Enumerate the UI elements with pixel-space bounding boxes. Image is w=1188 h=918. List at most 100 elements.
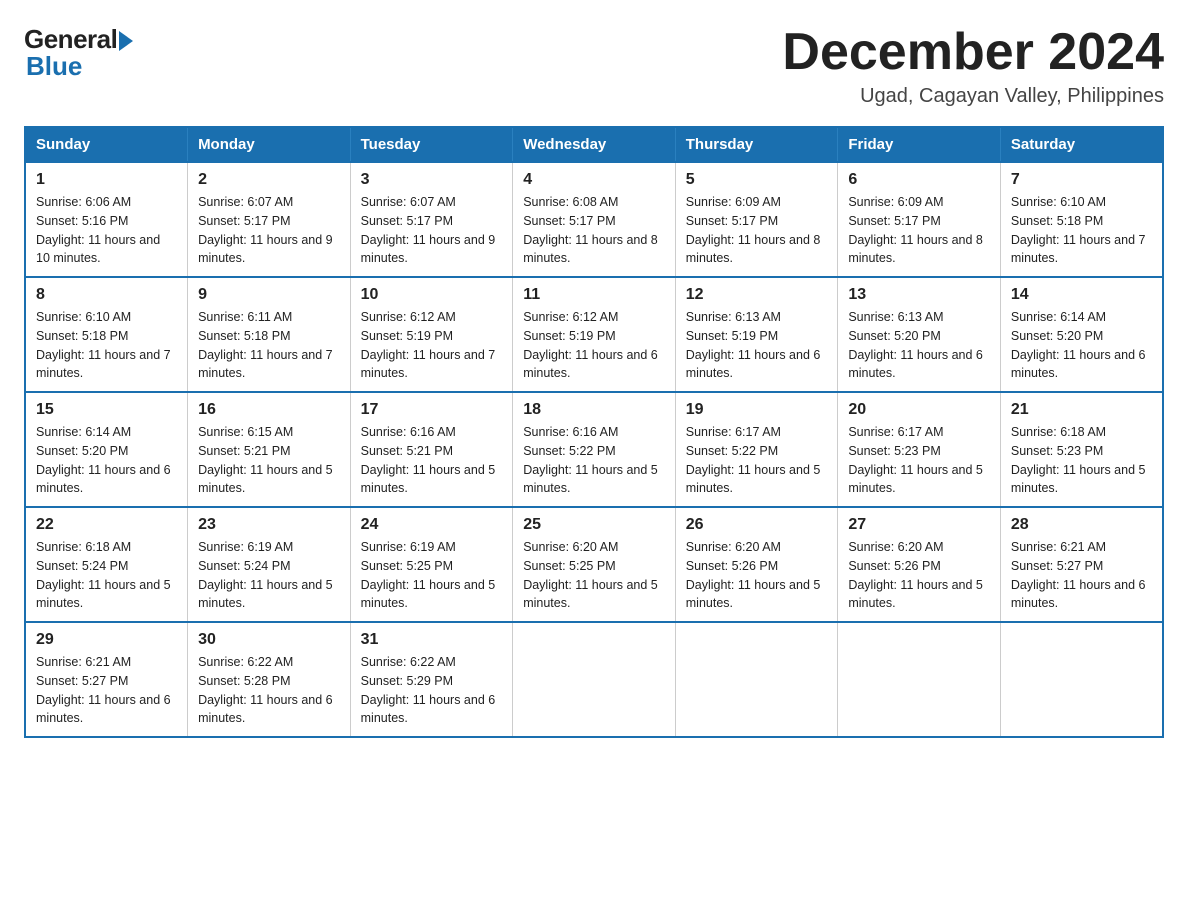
day-number: 27 bbox=[848, 516, 990, 534]
day-number: 13 bbox=[848, 286, 990, 304]
calendar-cell: 14 Sunrise: 6:14 AMSunset: 5:20 PMDaylig… bbox=[1000, 277, 1163, 392]
day-info: Sunrise: 6:10 AMSunset: 5:18 PMDaylight:… bbox=[1011, 195, 1146, 265]
day-info: Sunrise: 6:09 AMSunset: 5:17 PMDaylight:… bbox=[848, 195, 983, 265]
calendar-cell: 25 Sunrise: 6:20 AMSunset: 5:25 PMDaylig… bbox=[513, 507, 676, 622]
day-info: Sunrise: 6:16 AMSunset: 5:21 PMDaylight:… bbox=[361, 425, 496, 495]
calendar-cell: 18 Sunrise: 6:16 AMSunset: 5:22 PMDaylig… bbox=[513, 392, 676, 507]
day-info: Sunrise: 6:20 AMSunset: 5:25 PMDaylight:… bbox=[523, 540, 658, 610]
calendar-cell: 21 Sunrise: 6:18 AMSunset: 5:23 PMDaylig… bbox=[1000, 392, 1163, 507]
logo-blue-text: Blue bbox=[26, 51, 82, 82]
calendar-cell: 6 Sunrise: 6:09 AMSunset: 5:17 PMDayligh… bbox=[838, 162, 1001, 277]
calendar-cell: 4 Sunrise: 6:08 AMSunset: 5:17 PMDayligh… bbox=[513, 162, 676, 277]
day-info: Sunrise: 6:09 AMSunset: 5:17 PMDaylight:… bbox=[686, 195, 821, 265]
day-number: 18 bbox=[523, 401, 665, 419]
calendar-cell: 23 Sunrise: 6:19 AMSunset: 5:24 PMDaylig… bbox=[188, 507, 351, 622]
day-number: 14 bbox=[1011, 286, 1152, 304]
day-info: Sunrise: 6:07 AMSunset: 5:17 PMDaylight:… bbox=[361, 195, 496, 265]
title-block: December 2024 Ugad, Cagayan Valley, Phil… bbox=[782, 24, 1164, 108]
day-number: 10 bbox=[361, 286, 503, 304]
calendar-cell bbox=[838, 622, 1001, 737]
header-day-thursday: Thursday bbox=[675, 127, 838, 162]
calendar-cell: 26 Sunrise: 6:20 AMSunset: 5:26 PMDaylig… bbox=[675, 507, 838, 622]
day-number: 9 bbox=[198, 286, 340, 304]
day-number: 6 bbox=[848, 171, 990, 189]
calendar-cell: 31 Sunrise: 6:22 AMSunset: 5:29 PMDaylig… bbox=[350, 622, 513, 737]
day-info: Sunrise: 6:11 AMSunset: 5:18 PMDaylight:… bbox=[198, 310, 333, 380]
calendar-cell bbox=[1000, 622, 1163, 737]
day-info: Sunrise: 6:13 AMSunset: 5:19 PMDaylight:… bbox=[686, 310, 821, 380]
day-number: 24 bbox=[361, 516, 503, 534]
day-number: 26 bbox=[686, 516, 828, 534]
calendar-cell: 13 Sunrise: 6:13 AMSunset: 5:20 PMDaylig… bbox=[838, 277, 1001, 392]
day-info: Sunrise: 6:18 AMSunset: 5:24 PMDaylight:… bbox=[36, 540, 171, 610]
day-info: Sunrise: 6:12 AMSunset: 5:19 PMDaylight:… bbox=[361, 310, 496, 380]
header-day-monday: Monday bbox=[188, 127, 351, 162]
calendar-week-3: 15 Sunrise: 6:14 AMSunset: 5:20 PMDaylig… bbox=[25, 392, 1163, 507]
day-number: 21 bbox=[1011, 401, 1152, 419]
day-number: 16 bbox=[198, 401, 340, 419]
header-day-friday: Friday bbox=[838, 127, 1001, 162]
day-info: Sunrise: 6:15 AMSunset: 5:21 PMDaylight:… bbox=[198, 425, 333, 495]
day-info: Sunrise: 6:19 AMSunset: 5:24 PMDaylight:… bbox=[198, 540, 333, 610]
header-day-tuesday: Tuesday bbox=[350, 127, 513, 162]
day-number: 8 bbox=[36, 286, 177, 304]
calendar-cell: 8 Sunrise: 6:10 AMSunset: 5:18 PMDayligh… bbox=[25, 277, 188, 392]
day-info: Sunrise: 6:19 AMSunset: 5:25 PMDaylight:… bbox=[361, 540, 496, 610]
month-title: December 2024 bbox=[782, 24, 1164, 81]
calendar-week-4: 22 Sunrise: 6:18 AMSunset: 5:24 PMDaylig… bbox=[25, 507, 1163, 622]
calendar-cell: 30 Sunrise: 6:22 AMSunset: 5:28 PMDaylig… bbox=[188, 622, 351, 737]
location-subtitle: Ugad, Cagayan Valley, Philippines bbox=[782, 85, 1164, 108]
day-number: 15 bbox=[36, 401, 177, 419]
logo-arrow-icon bbox=[119, 31, 133, 51]
calendar-cell: 2 Sunrise: 6:07 AMSunset: 5:17 PMDayligh… bbox=[188, 162, 351, 277]
day-info: Sunrise: 6:14 AMSunset: 5:20 PMDaylight:… bbox=[1011, 310, 1146, 380]
calendar-cell: 24 Sunrise: 6:19 AMSunset: 5:25 PMDaylig… bbox=[350, 507, 513, 622]
day-info: Sunrise: 6:14 AMSunset: 5:20 PMDaylight:… bbox=[36, 425, 171, 495]
day-number: 30 bbox=[198, 631, 340, 649]
day-number: 29 bbox=[36, 631, 177, 649]
day-number: 3 bbox=[361, 171, 503, 189]
day-number: 22 bbox=[36, 516, 177, 534]
day-info: Sunrise: 6:17 AMSunset: 5:22 PMDaylight:… bbox=[686, 425, 821, 495]
calendar-cell: 5 Sunrise: 6:09 AMSunset: 5:17 PMDayligh… bbox=[675, 162, 838, 277]
page-header: General Blue December 2024 Ugad, Cagayan… bbox=[24, 24, 1164, 108]
calendar-cell bbox=[675, 622, 838, 737]
calendar-cell: 27 Sunrise: 6:20 AMSunset: 5:26 PMDaylig… bbox=[838, 507, 1001, 622]
day-number: 28 bbox=[1011, 516, 1152, 534]
header-day-sunday: Sunday bbox=[25, 127, 188, 162]
calendar-cell bbox=[513, 622, 676, 737]
day-info: Sunrise: 6:08 AMSunset: 5:17 PMDaylight:… bbox=[523, 195, 658, 265]
day-number: 4 bbox=[523, 171, 665, 189]
calendar-cell: 20 Sunrise: 6:17 AMSunset: 5:23 PMDaylig… bbox=[838, 392, 1001, 507]
calendar-cell: 22 Sunrise: 6:18 AMSunset: 5:24 PMDaylig… bbox=[25, 507, 188, 622]
day-info: Sunrise: 6:22 AMSunset: 5:29 PMDaylight:… bbox=[361, 655, 496, 725]
day-info: Sunrise: 6:21 AMSunset: 5:27 PMDaylight:… bbox=[1011, 540, 1146, 610]
calendar-cell: 28 Sunrise: 6:21 AMSunset: 5:27 PMDaylig… bbox=[1000, 507, 1163, 622]
day-number: 25 bbox=[523, 516, 665, 534]
calendar-cell: 29 Sunrise: 6:21 AMSunset: 5:27 PMDaylig… bbox=[25, 622, 188, 737]
logo: General Blue bbox=[24, 24, 133, 82]
day-info: Sunrise: 6:22 AMSunset: 5:28 PMDaylight:… bbox=[198, 655, 333, 725]
calendar-cell: 10 Sunrise: 6:12 AMSunset: 5:19 PMDaylig… bbox=[350, 277, 513, 392]
calendar-cell: 12 Sunrise: 6:13 AMSunset: 5:19 PMDaylig… bbox=[675, 277, 838, 392]
calendar-cell: 9 Sunrise: 6:11 AMSunset: 5:18 PMDayligh… bbox=[188, 277, 351, 392]
header-day-saturday: Saturday bbox=[1000, 127, 1163, 162]
calendar-cell: 19 Sunrise: 6:17 AMSunset: 5:22 PMDaylig… bbox=[675, 392, 838, 507]
day-info: Sunrise: 6:06 AMSunset: 5:16 PMDaylight:… bbox=[36, 195, 160, 265]
day-number: 12 bbox=[686, 286, 828, 304]
day-info: Sunrise: 6:10 AMSunset: 5:18 PMDaylight:… bbox=[36, 310, 171, 380]
day-info: Sunrise: 6:13 AMSunset: 5:20 PMDaylight:… bbox=[848, 310, 983, 380]
day-number: 23 bbox=[198, 516, 340, 534]
day-number: 5 bbox=[686, 171, 828, 189]
day-info: Sunrise: 6:07 AMSunset: 5:17 PMDaylight:… bbox=[198, 195, 333, 265]
calendar-cell: 7 Sunrise: 6:10 AMSunset: 5:18 PMDayligh… bbox=[1000, 162, 1163, 277]
day-number: 20 bbox=[848, 401, 990, 419]
calendar-cell: 1 Sunrise: 6:06 AMSunset: 5:16 PMDayligh… bbox=[25, 162, 188, 277]
day-number: 2 bbox=[198, 171, 340, 189]
day-number: 17 bbox=[361, 401, 503, 419]
day-number: 31 bbox=[361, 631, 503, 649]
calendar-cell: 17 Sunrise: 6:16 AMSunset: 5:21 PMDaylig… bbox=[350, 392, 513, 507]
day-info: Sunrise: 6:18 AMSunset: 5:23 PMDaylight:… bbox=[1011, 425, 1146, 495]
calendar-table: SundayMondayTuesdayWednesdayThursdayFrid… bbox=[24, 126, 1164, 738]
day-number: 11 bbox=[523, 286, 665, 304]
